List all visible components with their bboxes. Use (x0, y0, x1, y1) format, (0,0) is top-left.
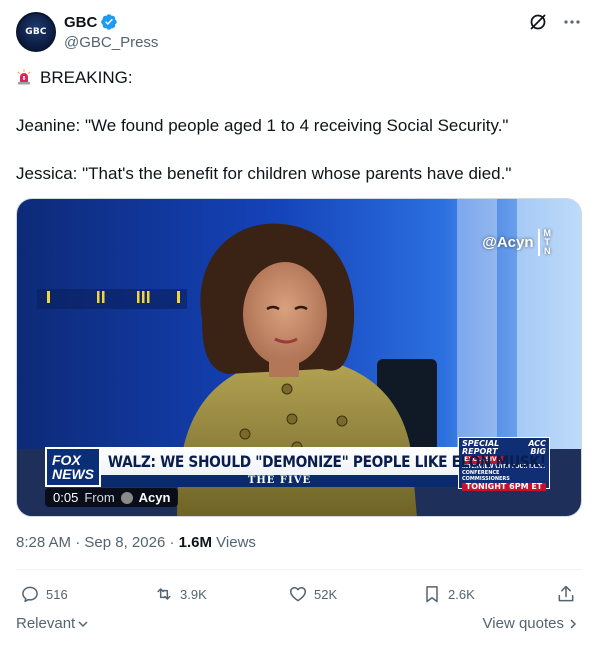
reply-icon (22, 586, 38, 603)
meta-separator: · (75, 534, 85, 551)
repost-count: 3.9K (180, 586, 207, 602)
like-count: 52K (314, 586, 338, 602)
avatar-text: GBC (25, 27, 47, 37)
video-player[interactable]: @Acyn MTN FOX NEWS WALZ: WE SHOULD "DEMO… (16, 198, 582, 517)
tweet-meta: 8:28 AM · Sep 8, 2026 · 1.6M Views (16, 534, 256, 551)
chyron-show-name: THE FIVE (101, 475, 458, 487)
chevron-down-icon (78, 620, 88, 627)
tweet-actions: 516 3.9K 52K 2.6K (16, 580, 582, 608)
meta-separator-2: · (169, 534, 179, 551)
views-count: 1.6M (178, 534, 212, 551)
tweet-text: BREAKING: Jeanine: "We found people aged… (16, 66, 582, 186)
reply-button[interactable]: 516 (20, 584, 68, 604)
logo-line-1: FOX (52, 452, 81, 468)
replies-footer: Relevant View quotes (16, 615, 582, 635)
repost-button[interactable]: 3.9K (154, 584, 207, 604)
tweet-date[interactable]: Sep 8, 2026 (84, 534, 165, 551)
share-icon (558, 585, 574, 602)
source-avatar-icon (120, 491, 133, 504)
tweet-line-1-text: BREAKING: (40, 68, 133, 87)
sort-label: Relevant (16, 615, 76, 632)
author-name[interactable]: GBC (64, 14, 97, 31)
chyron: WALZ: WE SHOULD "DEMONIZE" PEOPLE LIKE E… (101, 447, 546, 487)
repost-icon (157, 588, 171, 600)
view-quotes-link[interactable]: View quotes (483, 615, 578, 632)
heart-icon (289, 587, 307, 602)
avatar[interactable]: GBC (16, 12, 56, 52)
like-button[interactable]: 52K (288, 584, 337, 604)
video-source[interactable]: Acyn (139, 490, 171, 505)
more-icon[interactable] (562, 12, 582, 32)
reply-count: 516 (46, 586, 68, 602)
fox-news-logo: FOX NEWS (45, 447, 101, 487)
share-button[interactable] (556, 584, 576, 604)
tweet-time[interactable]: 8:28 AM (16, 534, 71, 551)
bookmark-count: 2.6K (448, 586, 475, 602)
divider (16, 569, 582, 570)
tweet-line-1: BREAKING: (16, 66, 582, 90)
promo-time: TONIGHT 6PM ET (462, 483, 546, 491)
verified-badge-icon (101, 14, 118, 30)
tweet-line-3: Jessica: "That's the benefit for childre… (16, 164, 512, 183)
chevron-right-icon (570, 618, 577, 629)
author-name-line: GBC (64, 13, 118, 31)
bookmark-icon (426, 586, 438, 603)
tweet-line-2: Jeanine: "We found people aged 1 to 4 re… (16, 116, 509, 135)
siren-icon (17, 69, 31, 85)
watermark-handle: @Acyn (482, 234, 534, 251)
tv-lower-third: FOX NEWS WALZ: WE SHOULD "DEMONIZE" PEOP… (45, 437, 550, 491)
author-handle[interactable]: @GBC_Press (64, 34, 158, 51)
view-quotes-label: View quotes (482, 615, 564, 632)
logo-line-2: NEWS (52, 466, 94, 482)
grok-icon[interactable] (528, 12, 548, 32)
header-actions (528, 12, 582, 32)
video-duration-pill: 0:05 From Acyn (45, 488, 179, 507)
bookmark-button[interactable]: 2.6K (422, 584, 475, 604)
sort-replies-dropdown[interactable]: Relevant (16, 615, 89, 632)
video-duration: 0:05 (53, 490, 79, 505)
views-label: Views (216, 534, 256, 551)
tweet-header: GBC GBC @GBC_Press (16, 12, 582, 56)
chyron-headline: WALZ: WE SHOULD "DEMONIZE" PEOPLE LIKE E… (107, 451, 546, 471)
watermark-tag: MTN (537, 229, 551, 256)
from-label: From (84, 490, 115, 505)
video-watermark: @Acyn MTN (482, 229, 551, 256)
